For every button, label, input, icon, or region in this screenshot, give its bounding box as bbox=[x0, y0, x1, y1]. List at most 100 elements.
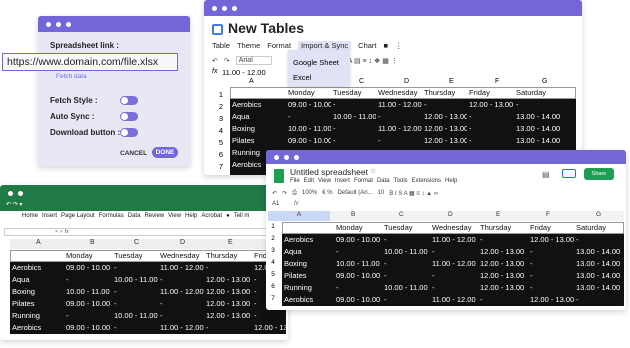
menu-extensions[interactable]: Extensions bbox=[412, 178, 441, 184]
table-cell[interactable]: 13.00 - 14.00 bbox=[514, 135, 576, 147]
table-cell[interactable]: 12.00 - 13.00 bbox=[478, 258, 528, 270]
table-cell[interactable]: - bbox=[430, 270, 478, 282]
name-box[interactable]: A1 bbox=[272, 201, 279, 207]
table-cell[interactable]: 10.00 - 11.00 bbox=[382, 246, 430, 258]
table-cell[interactable]: Boxing bbox=[282, 258, 334, 270]
ribbon-view[interactable]: View bbox=[168, 213, 181, 219]
table-header[interactable]: Tuesday bbox=[112, 250, 158, 262]
document-title[interactable]: Untitled spreadsheet bbox=[290, 167, 368, 177]
window-dot-icon[interactable] bbox=[18, 190, 23, 196]
table-cell[interactable]: - bbox=[528, 270, 574, 282]
column-header[interactable]: B bbox=[351, 211, 355, 218]
font-select[interactable]: Default (Ari... bbox=[338, 190, 373, 196]
table-cell[interactable]: - bbox=[64, 310, 112, 322]
row-number[interactable]: 1 bbox=[266, 223, 280, 230]
ribbon-data[interactable]: Data bbox=[128, 213, 141, 219]
table-cell[interactable]: 13.00 - 14.00 bbox=[574, 282, 624, 294]
table-cell[interactable]: 11.00 - 12.00 bbox=[430, 294, 478, 306]
table-header[interactable]: Wednesday bbox=[158, 250, 204, 262]
table-header[interactable]: Saturday bbox=[574, 222, 624, 234]
redo-icon[interactable]: ↷ bbox=[282, 190, 287, 197]
dropdown-google-sheet[interactable]: Google Sheet bbox=[293, 58, 345, 67]
table-cell[interactable]: - bbox=[112, 298, 158, 310]
done-button[interactable]: DONE bbox=[152, 147, 178, 158]
window-dot-icon[interactable] bbox=[222, 5, 227, 11]
table-cell[interactable]: - bbox=[112, 262, 158, 274]
table-cell[interactable]: - bbox=[204, 322, 252, 334]
format-tools-icon[interactable]: B I S A ▦ ≡ ↕ ▲ ∞ bbox=[389, 190, 438, 197]
table-cell[interactable]: 13.00 - 14.00 bbox=[574, 258, 624, 270]
table-cell[interactable]: 12.00 - 13.00 bbox=[204, 286, 252, 298]
share-button[interactable]: Share bbox=[584, 168, 614, 180]
row-number[interactable]: 7 bbox=[266, 295, 280, 302]
window-dot-icon[interactable] bbox=[294, 154, 299, 160]
table-cell[interactable]: Aerobics bbox=[230, 99, 286, 111]
table-cell[interactable]: Boxing bbox=[10, 286, 64, 298]
table-header[interactable]: Thursday bbox=[204, 250, 252, 262]
table-cell[interactable]: - bbox=[528, 282, 574, 294]
table-header[interactable]: Thursday bbox=[422, 87, 467, 99]
table-cell[interactable]: 11.00 - 12.00 bbox=[430, 258, 478, 270]
table-cell[interactable]: 12.00 - 13.00 bbox=[422, 111, 467, 123]
table-cell[interactable]: 10.00 - 11.00 bbox=[286, 123, 331, 135]
table-cell[interactable]: - bbox=[574, 234, 624, 246]
table-cell[interactable]: - bbox=[376, 111, 422, 123]
table-cell[interactable]: - bbox=[528, 246, 574, 258]
window-dot-icon[interactable] bbox=[232, 5, 237, 11]
ribbon-page-layout[interactable]: Page Layout bbox=[61, 213, 95, 219]
column-header[interactable]: E bbox=[496, 211, 500, 218]
table-cell[interactable]: 09.00 - 10.00 bbox=[286, 99, 331, 111]
table-cell[interactable]: - bbox=[478, 294, 528, 306]
column-header[interactable]: E bbox=[228, 239, 233, 246]
table-cell[interactable]: 12.00 - 13.00 bbox=[204, 310, 252, 322]
menu-format[interactable]: Format bbox=[267, 41, 291, 50]
menu-file[interactable]: File bbox=[290, 178, 300, 184]
format-tools-icon[interactable]: A ▤ ≡ ↕ ❖ ▦ ⋮ bbox=[348, 57, 398, 65]
table-cell[interactable]: 12.00 - 13.00 bbox=[204, 298, 252, 310]
row-number[interactable]: 4 bbox=[266, 259, 280, 266]
column-header[interactable]: D bbox=[448, 211, 453, 218]
menu-help[interactable]: Help bbox=[445, 178, 457, 184]
menu-tools[interactable]: Tools bbox=[394, 178, 408, 184]
table-cell[interactable]: 10.00 - 11.00 bbox=[112, 274, 158, 286]
table-cell[interactable]: 13.00 - 14.00 bbox=[514, 111, 576, 123]
print-icon[interactable]: ⎙ bbox=[292, 190, 297, 197]
table-cell[interactable]: 11.00 - 12.00 bbox=[158, 322, 204, 334]
spreadsheet-url-input[interactable]: https://www.domain.com/file.xlsx bbox=[2, 53, 178, 71]
table-header[interactable]: Thursday bbox=[478, 222, 528, 234]
column-header[interactable]: A bbox=[268, 211, 330, 221]
table-cell[interactable]: Pilates bbox=[230, 135, 286, 147]
download-button-toggle[interactable] bbox=[120, 128, 138, 137]
table-cell[interactable]: - bbox=[158, 274, 204, 286]
table-cell[interactable]: 12.00 - 13.00 bbox=[528, 294, 574, 306]
table-cell[interactable]: - bbox=[382, 234, 430, 246]
table-cell[interactable]: - bbox=[64, 274, 112, 286]
menu-import-sync[interactable]: Import & Sync bbox=[298, 41, 352, 50]
table-header[interactable]: Wednesday bbox=[376, 87, 422, 99]
column-header[interactable]: B bbox=[90, 239, 95, 246]
table-cell[interactable]: 09.00 - 10.00 bbox=[64, 262, 112, 274]
cancel-button[interactable]: CANCEL bbox=[120, 150, 147, 157]
table-cell[interactable]: 12.00 - 13.00 bbox=[204, 274, 252, 286]
table-cell[interactable]: - bbox=[376, 135, 422, 147]
window-dot-icon[interactable] bbox=[8, 190, 13, 196]
table-cell[interactable]: 09.00 - 10.00 bbox=[64, 322, 112, 334]
font-size-select[interactable]: 10 bbox=[378, 190, 385, 196]
comments-icon[interactable]: ▤ bbox=[542, 170, 550, 179]
table-cell[interactable]: - bbox=[574, 294, 624, 306]
table-cell[interactable]: - bbox=[467, 123, 514, 135]
table-cell[interactable]: - bbox=[112, 322, 158, 334]
table-cell[interactable]: 10.00 - 11.00 bbox=[64, 286, 112, 298]
table-cell[interactable]: 12.00 - 13.00 bbox=[478, 270, 528, 282]
excel-formula-bar[interactable]: × ✓ fx bbox=[4, 228, 284, 236]
ribbon-acrobat[interactable]: Acrobat bbox=[201, 213, 222, 219]
table-cell[interactable]: Aerobics bbox=[10, 262, 64, 274]
table-cell[interactable]: 10.00 - 11.00 bbox=[382, 282, 430, 294]
table-header[interactable]: Monday bbox=[334, 222, 382, 234]
row-number[interactable]: 1 bbox=[212, 90, 230, 99]
table-cell[interactable]: - bbox=[331, 135, 376, 147]
row-number[interactable]: 5 bbox=[266, 271, 280, 278]
currency-icon[interactable]: € % bbox=[322, 190, 332, 196]
table-cell[interactable]: 09.00 - 10.00 bbox=[334, 294, 382, 306]
row-number[interactable]: 3 bbox=[266, 247, 280, 254]
